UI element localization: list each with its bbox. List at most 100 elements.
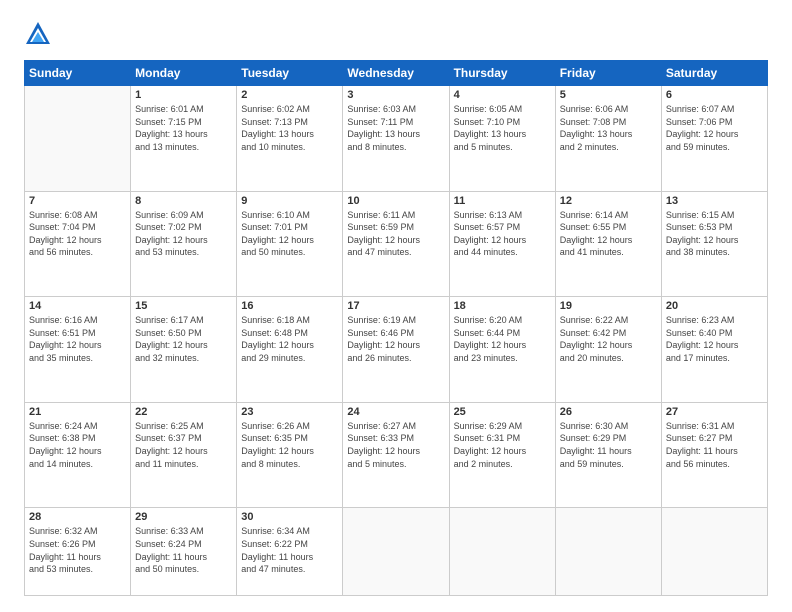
- calendar-cell: 16 Sunrise: 6:18 AM Sunset: 6:48 PM Dayli…: [237, 297, 343, 403]
- cell-content: Sunrise: 6:02 AM Sunset: 7:13 PM Dayligh…: [241, 103, 338, 153]
- calendar-cell: 8Sunrise: 6:09 AM Sunset: 7:02 PM Daylig…: [131, 191, 237, 297]
- cell-content: Sunrise: 6:16 AM Sunset: 6:51 PM Dayligh…: [29, 314, 126, 364]
- day-number: 25: [454, 406, 551, 418]
- day-number: 21: [29, 406, 126, 418]
- weekday-header-sunday: Sunday: [25, 61, 131, 86]
- cell-content: Sunrise: 6:31 AM Sunset: 6:27 PM Dayligh…: [666, 420, 763, 470]
- day-number: 30: [241, 511, 338, 523]
- day-number: 9: [241, 195, 338, 207]
- calendar-cell: [555, 508, 661, 596]
- calendar-cell: 25 Sunrise: 6:29 AM Sunset: 6:31 PM Dayli…: [449, 402, 555, 508]
- calendar-cell: 17 Sunrise: 6:19 AM Sunset: 6:46 PM Dayli…: [343, 297, 449, 403]
- cell-content: Sunrise: 6:20 AM Sunset: 6:44 PM Dayligh…: [454, 314, 551, 364]
- calendar-cell: 27 Sunrise: 6:31 AM Sunset: 6:27 PM Dayli…: [661, 402, 767, 508]
- calendar-cell: 9 Sunrise: 6:10 AM Sunset: 7:01 PM Daylig…: [237, 191, 343, 297]
- cell-content: Sunrise: 6:26 AM Sunset: 6:35 PM Dayligh…: [241, 420, 338, 470]
- day-number: 20: [666, 300, 763, 312]
- calendar-cell: 26 Sunrise: 6:30 AM Sunset: 6:29 PM Dayli…: [555, 402, 661, 508]
- week-row-0: 1 Sunrise: 6:01 AM Sunset: 7:15 PM Daylig…: [25, 86, 768, 192]
- day-number: 8: [135, 195, 232, 207]
- day-number: 7: [29, 195, 126, 207]
- day-number: 14: [29, 300, 126, 312]
- day-number: 10: [347, 195, 444, 207]
- day-number: 3: [347, 89, 444, 101]
- day-number: 13: [666, 195, 763, 207]
- weekday-header-tuesday: Tuesday: [237, 61, 343, 86]
- day-number: 18: [454, 300, 551, 312]
- day-number: 29: [135, 511, 232, 523]
- calendar-cell: 3 Sunrise: 6:03 AM Sunset: 7:11 PM Daylig…: [343, 86, 449, 192]
- week-row-1: 7 Sunrise: 6:08 AM Sunset: 7:04 PM Daylig…: [25, 191, 768, 297]
- logo-icon: [24, 20, 52, 48]
- day-number: 11: [454, 195, 551, 207]
- calendar-cell: 5 Sunrise: 6:06 AM Sunset: 7:08 PM Daylig…: [555, 86, 661, 192]
- cell-content: Sunrise: 6:27 AM Sunset: 6:33 PM Dayligh…: [347, 420, 444, 470]
- cell-content: Sunrise: 6:32 AM Sunset: 6:26 PM Dayligh…: [29, 525, 126, 575]
- calendar-cell: [343, 508, 449, 596]
- calendar-cell: 2 Sunrise: 6:02 AM Sunset: 7:13 PM Daylig…: [237, 86, 343, 192]
- calendar-cell: 30Sunrise: 6:34 AM Sunset: 6:22 PM Dayli…: [237, 508, 343, 596]
- calendar-cell: 11 Sunrise: 6:13 AM Sunset: 6:57 PM Dayli…: [449, 191, 555, 297]
- calendar-cell: 6Sunrise: 6:07 AM Sunset: 7:06 PM Daylig…: [661, 86, 767, 192]
- day-number: 17: [347, 300, 444, 312]
- day-number: 1: [135, 89, 232, 101]
- calendar-cell: 19 Sunrise: 6:22 AM Sunset: 6:42 PM Dayli…: [555, 297, 661, 403]
- calendar-cell: 21 Sunrise: 6:24 AM Sunset: 6:38 PM Dayli…: [25, 402, 131, 508]
- day-number: 19: [560, 300, 657, 312]
- calendar-cell: [449, 508, 555, 596]
- calendar-cell: 18 Sunrise: 6:20 AM Sunset: 6:44 PM Dayli…: [449, 297, 555, 403]
- cell-content: Sunrise: 6:25 AM Sunset: 6:37 PM Dayligh…: [135, 420, 232, 470]
- page: SundayMondayTuesdayWednesdayThursdayFrid…: [0, 0, 792, 612]
- cell-content: Sunrise: 6:03 AM Sunset: 7:11 PM Dayligh…: [347, 103, 444, 153]
- weekday-header-monday: Monday: [131, 61, 237, 86]
- calendar-cell: 23 Sunrise: 6:26 AM Sunset: 6:35 PM Dayli…: [237, 402, 343, 508]
- day-number: 22: [135, 406, 232, 418]
- cell-content: Sunrise: 6:10 AM Sunset: 7:01 PM Dayligh…: [241, 209, 338, 259]
- cell-content: Sunrise: 6:23 AM Sunset: 6:40 PM Dayligh…: [666, 314, 763, 364]
- cell-content: Sunrise: 6:18 AM Sunset: 6:48 PM Dayligh…: [241, 314, 338, 364]
- day-number: 27: [666, 406, 763, 418]
- day-number: 28: [29, 511, 126, 523]
- day-number: 2: [241, 89, 338, 101]
- week-row-3: 21 Sunrise: 6:24 AM Sunset: 6:38 PM Dayli…: [25, 402, 768, 508]
- calendar-cell: 4Sunrise: 6:05 AM Sunset: 7:10 PM Daylig…: [449, 86, 555, 192]
- day-number: 6: [666, 89, 763, 101]
- cell-content: Sunrise: 6:06 AM Sunset: 7:08 PM Dayligh…: [560, 103, 657, 153]
- cell-content: Sunrise: 6:17 AM Sunset: 6:50 PM Dayligh…: [135, 314, 232, 364]
- cell-content: Sunrise: 6:11 AM Sunset: 6:59 PM Dayligh…: [347, 209, 444, 259]
- logo: [24, 20, 56, 48]
- day-number: 23: [241, 406, 338, 418]
- week-row-2: 14 Sunrise: 6:16 AM Sunset: 6:51 PM Dayli…: [25, 297, 768, 403]
- calendar-cell: 12Sunrise: 6:14 AM Sunset: 6:55 PM Dayli…: [555, 191, 661, 297]
- calendar-cell: 15Sunrise: 6:17 AM Sunset: 6:50 PM Dayli…: [131, 297, 237, 403]
- cell-content: Sunrise: 6:29 AM Sunset: 6:31 PM Dayligh…: [454, 420, 551, 470]
- cell-content: Sunrise: 6:22 AM Sunset: 6:42 PM Dayligh…: [560, 314, 657, 364]
- cell-content: Sunrise: 6:33 AM Sunset: 6:24 PM Dayligh…: [135, 525, 232, 575]
- cell-content: Sunrise: 6:08 AM Sunset: 7:04 PM Dayligh…: [29, 209, 126, 259]
- cell-content: Sunrise: 6:19 AM Sunset: 6:46 PM Dayligh…: [347, 314, 444, 364]
- day-number: 24: [347, 406, 444, 418]
- week-row-4: 28 Sunrise: 6:32 AM Sunset: 6:26 PM Dayli…: [25, 508, 768, 596]
- cell-content: Sunrise: 6:01 AM Sunset: 7:15 PM Dayligh…: [135, 103, 232, 153]
- calendar-cell: 28 Sunrise: 6:32 AM Sunset: 6:26 PM Dayli…: [25, 508, 131, 596]
- day-number: 26: [560, 406, 657, 418]
- cell-content: Sunrise: 6:05 AM Sunset: 7:10 PM Dayligh…: [454, 103, 551, 153]
- calendar-cell: [661, 508, 767, 596]
- cell-content: Sunrise: 6:30 AM Sunset: 6:29 PM Dayligh…: [560, 420, 657, 470]
- day-number: 5: [560, 89, 657, 101]
- cell-content: Sunrise: 6:15 AM Sunset: 6:53 PM Dayligh…: [666, 209, 763, 259]
- cell-content: Sunrise: 6:13 AM Sunset: 6:57 PM Dayligh…: [454, 209, 551, 259]
- day-number: 16: [241, 300, 338, 312]
- calendar-cell: 7 Sunrise: 6:08 AM Sunset: 7:04 PM Daylig…: [25, 191, 131, 297]
- calendar-table: SundayMondayTuesdayWednesdayThursdayFrid…: [24, 60, 768, 596]
- weekday-header-saturday: Saturday: [661, 61, 767, 86]
- calendar-cell: 13 Sunrise: 6:15 AM Sunset: 6:53 PM Dayli…: [661, 191, 767, 297]
- cell-content: Sunrise: 6:24 AM Sunset: 6:38 PM Dayligh…: [29, 420, 126, 470]
- calendar-cell: 24 Sunrise: 6:27 AM Sunset: 6:33 PM Dayli…: [343, 402, 449, 508]
- cell-content: Sunrise: 6:14 AM Sunset: 6:55 PM Dayligh…: [560, 209, 657, 259]
- weekday-header-wednesday: Wednesday: [343, 61, 449, 86]
- weekday-header-row: SundayMondayTuesdayWednesdayThursdayFrid…: [25, 61, 768, 86]
- calendar-cell: 10 Sunrise: 6:11 AM Sunset: 6:59 PM Dayli…: [343, 191, 449, 297]
- calendar-cell: 14 Sunrise: 6:16 AM Sunset: 6:51 PM Dayli…: [25, 297, 131, 403]
- calendar-cell: 20 Sunrise: 6:23 AM Sunset: 6:40 PM Dayli…: [661, 297, 767, 403]
